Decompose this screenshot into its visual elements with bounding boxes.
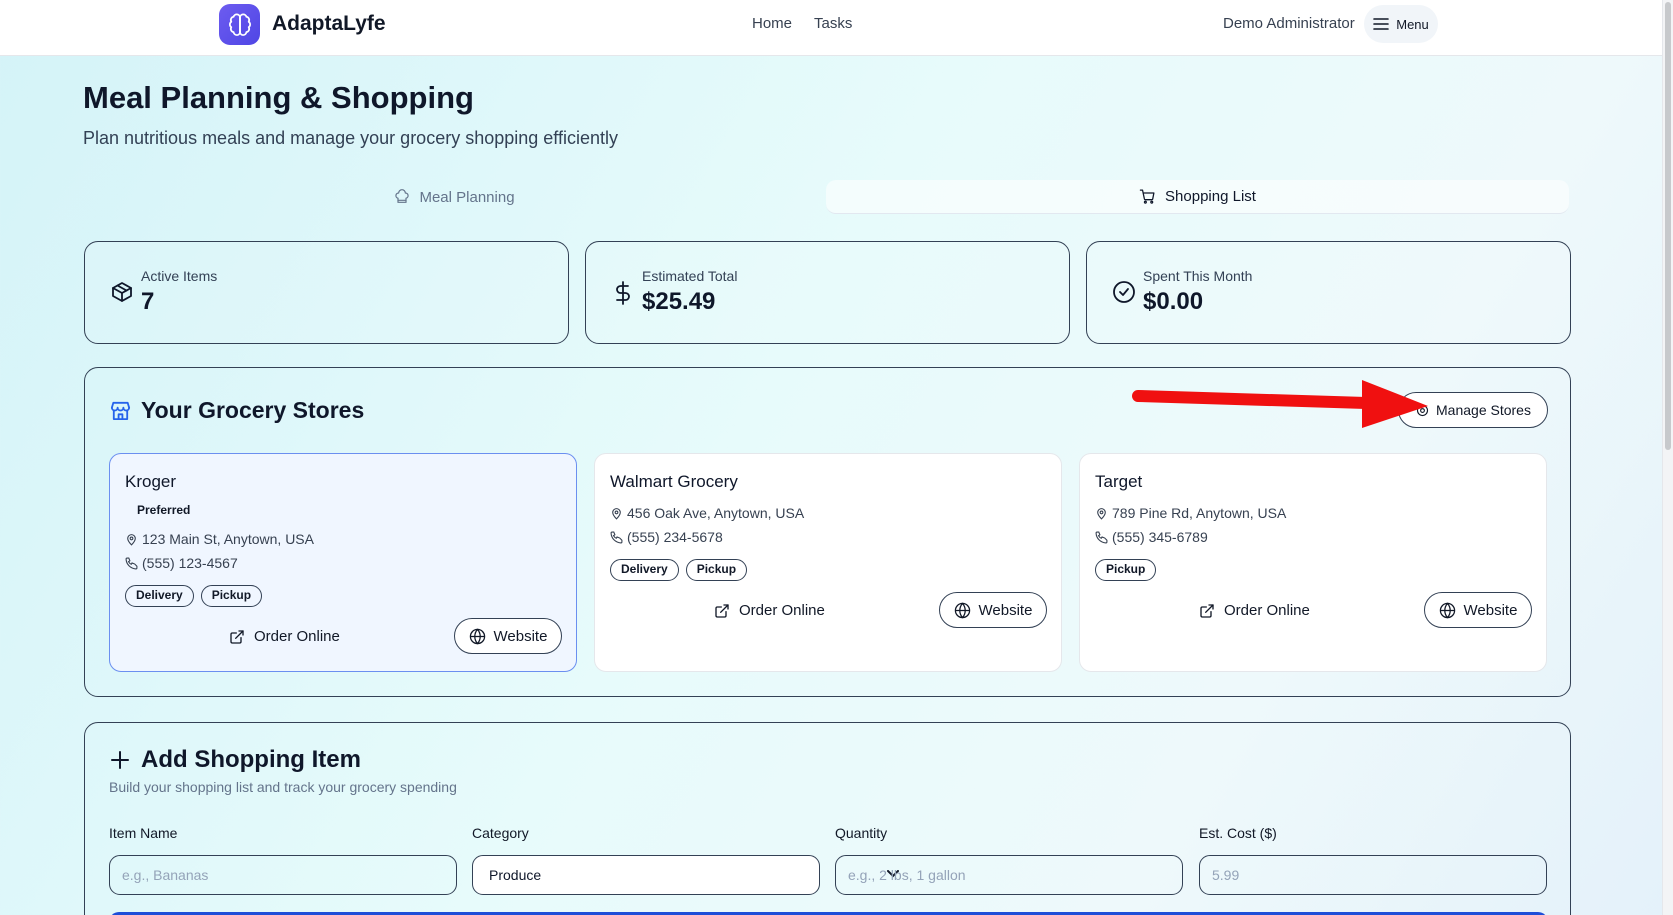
tab-meal-planning[interactable]: Meal Planning (83, 180, 826, 214)
category-select[interactable]: Produce (472, 855, 820, 895)
store-card-walmart[interactable]: Walmart Grocery 456 Oak Ave, Anytown, US… (594, 453, 1062, 672)
stat-value: $0.00 (1143, 288, 1204, 315)
store-address-text: 789 Pine Rd, Anytown, USA (1112, 505, 1287, 521)
store-phone: (555) 234-5678 (610, 529, 723, 545)
store-phone: (555) 123-4567 (125, 555, 238, 571)
top-navbar: AdaptaLyfe Home Tasks Demo Administrator… (0, 0, 1662, 56)
order-online-link[interactable]: Order Online (1199, 602, 1310, 619)
external-link-icon (230, 629, 244, 644)
tag-delivery: Delivery (610, 559, 679, 581)
store-tags: Delivery Pickup (610, 559, 748, 581)
store-tags: Pickup (1095, 559, 1157, 581)
add-item-title: Add Shopping Item (141, 746, 361, 773)
map-pin-icon (1097, 507, 1106, 520)
store-address: 123 Main St, Anytown, USA (125, 531, 314, 547)
tag-pickup: Pickup (200, 585, 263, 607)
stat-card-spent-this-month: Spent This Month $0.00 (1086, 241, 1571, 344)
stores-title: Your Grocery Stores (141, 397, 365, 423)
item-name-label: Item Name (109, 825, 178, 841)
chef-hat-icon (395, 189, 410, 203)
brand-name[interactable]: AdaptaLyfe (272, 12, 386, 36)
est-cost-input[interactable] (1199, 855, 1547, 895)
scrollbar-thumb[interactable] (1665, 2, 1671, 450)
phone-icon (1095, 531, 1108, 543)
store-icon (110, 401, 131, 421)
check-circle-icon (1113, 281, 1135, 303)
est-cost-label: Est. Cost ($) (1199, 825, 1277, 841)
stat-value: $25.49 (642, 288, 716, 315)
preferred-badge: Preferred (137, 503, 191, 517)
tab-shopping-list[interactable]: Shopping List (826, 180, 1569, 214)
stat-label: Estimated Total (642, 268, 738, 284)
store-phone-text: (555) 123-4567 (142, 555, 238, 571)
item-name-input[interactable] (109, 855, 457, 895)
shopping-cart-icon (1139, 189, 1155, 204)
brain-logo-icon[interactable] (219, 4, 260, 45)
add-shopping-item-panel: Add Shopping Item Build your shopping li… (84, 722, 1571, 915)
user-name: Demo Administrator (1223, 15, 1355, 32)
tab-meal-planning-label: Meal Planning (419, 188, 515, 206)
store-name: Kroger (125, 472, 177, 491)
tag-pickup: Pickup (1095, 559, 1157, 581)
store-tags: Delivery Pickup (125, 585, 263, 607)
order-online-label: Order Online (1224, 602, 1310, 619)
dollar-icon (616, 281, 630, 305)
map-pin-icon (612, 507, 621, 520)
nav-link-tasks[interactable]: Tasks (814, 15, 852, 32)
tag-delivery: Delivery (125, 585, 194, 607)
website-button[interactable]: Website (1424, 592, 1532, 628)
hamburger-icon (1373, 18, 1390, 30)
plus-icon (111, 751, 129, 769)
store-phone-text: (555) 345-6789 (1112, 529, 1208, 545)
order-online-link[interactable]: Order Online (714, 602, 825, 619)
quantity-label: Quantity (835, 825, 888, 841)
website-button[interactable]: Website (454, 618, 562, 654)
add-item-subtitle: Build your shopping list and track your … (109, 779, 457, 795)
menu-label: Menu (1396, 16, 1429, 32)
store-address: 789 Pine Rd, Anytown, USA (1095, 505, 1286, 521)
manage-stores-label: Manage Stores (1436, 402, 1531, 418)
stat-value: 7 (141, 288, 155, 315)
order-online-label: Order Online (739, 602, 825, 619)
order-online-link[interactable]: Order Online (229, 628, 340, 645)
phone-icon (125, 557, 138, 569)
globe-icon (469, 627, 485, 645)
store-address-text: 123 Main St, Anytown, USA (142, 531, 314, 547)
globe-icon (954, 601, 970, 619)
page-subtitle: Plan nutritious meals and manage your gr… (83, 128, 618, 148)
website-label: Website (493, 627, 548, 645)
website-label: Website (1463, 601, 1518, 619)
store-phone: (555) 345-6789 (1095, 529, 1208, 545)
tab-shopping-list-label: Shopping List (1165, 188, 1256, 205)
menu-button[interactable]: Menu (1364, 5, 1438, 43)
store-card-target[interactable]: Target 789 Pine Rd, Anytown, USA (555) 3… (1079, 453, 1547, 672)
store-phone-text: (555) 234-5678 (627, 529, 723, 545)
stat-card-active-items: Active Items 7 (84, 241, 569, 344)
website-button[interactable]: Website (939, 592, 1047, 628)
quantity-input[interactable] (835, 855, 1183, 895)
stat-card-estimated-total: Estimated Total $25.49 (585, 241, 1070, 344)
annotation-arrow-icon (1132, 380, 1428, 428)
map-pin-icon (127, 533, 136, 546)
phone-icon (610, 531, 623, 543)
globe-icon (1439, 601, 1455, 619)
tag-pickup: Pickup (685, 559, 748, 581)
store-name: Walmart Grocery (610, 472, 738, 491)
nav-link-home[interactable]: Home (752, 15, 792, 32)
store-name: Target (1095, 472, 1143, 491)
category-label: Category (472, 825, 529, 841)
website-label: Website (978, 601, 1033, 619)
page-title: Meal Planning & Shopping (83, 80, 474, 115)
stat-label: Spent This Month (1143, 268, 1253, 284)
package-icon (112, 282, 132, 302)
store-address-text: 456 Oak Ave, Anytown, USA (627, 505, 805, 521)
external-link-icon (1200, 603, 1214, 618)
store-address: 456 Oak Ave, Anytown, USA (610, 505, 804, 521)
stat-label: Active Items (141, 268, 218, 284)
store-card-kroger[interactable]: Kroger Preferred 123 Main St, Anytown, U… (109, 453, 577, 672)
order-online-label: Order Online (254, 628, 340, 645)
external-link-icon (715, 603, 729, 618)
